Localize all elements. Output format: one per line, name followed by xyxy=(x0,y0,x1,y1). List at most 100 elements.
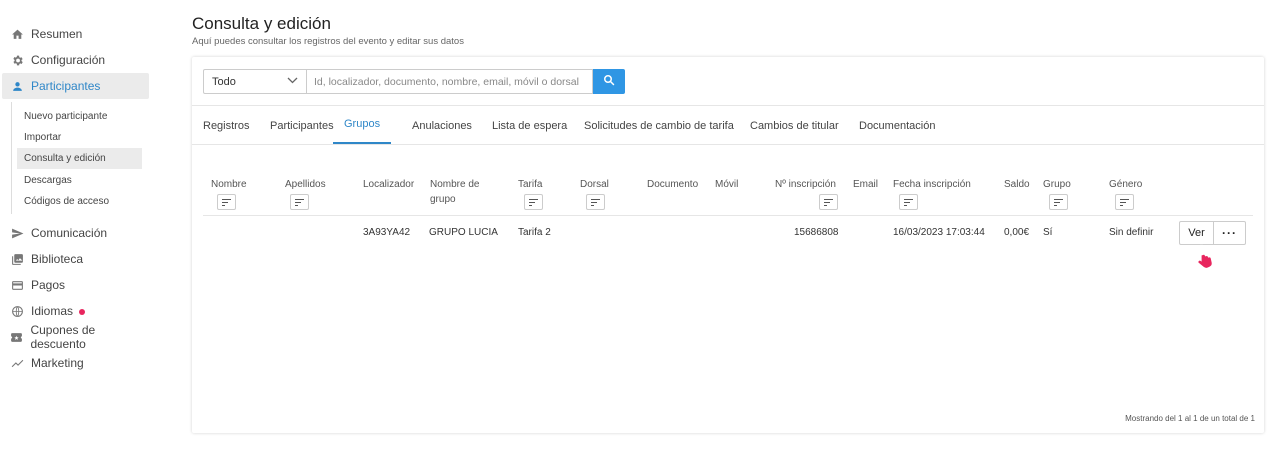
content-card: Todo Registros Participantes Grupos Anul… xyxy=(192,57,1264,433)
filter-button-grupo[interactable] xyxy=(1049,194,1068,210)
sidebar-item-label: Marketing xyxy=(31,356,84,370)
filter-icon xyxy=(824,193,833,211)
more-options-button[interactable]: ··· xyxy=(1214,221,1246,245)
person-icon xyxy=(10,79,24,93)
table-header-divider xyxy=(203,215,1253,216)
column-header-nombre-grupo: Nombre de grupo xyxy=(430,177,479,207)
column-header-line: grupo xyxy=(430,194,456,205)
column-header-n-inscripcion: Nº inscripción xyxy=(775,179,836,190)
filter-button-dorsal[interactable] xyxy=(586,194,605,210)
sidebar-item-label: Idiomas xyxy=(31,304,74,318)
sidebar-item-participantes[interactable]: Participantes xyxy=(2,73,149,99)
credit-card-icon xyxy=(10,278,24,292)
column-header-nombre: Nombre xyxy=(211,179,247,190)
cell-grupo: Sí xyxy=(1043,227,1053,238)
filter-select[interactable]: Todo xyxy=(203,69,307,94)
hand-pointer-cursor-icon xyxy=(1197,244,1213,269)
cell-fecha-inscripcion: 16/03/2023 17:03:44 xyxy=(893,227,985,238)
sidebar-item-resumen[interactable]: Resumen xyxy=(2,21,149,47)
column-header-documento: Documento xyxy=(647,179,699,190)
page-subtitle: Aquí puedes consultar los registros del … xyxy=(192,36,464,47)
column-header-fecha-inscripcion: Fecha inscripción xyxy=(893,179,971,190)
view-button[interactable]: Ver xyxy=(1179,221,1214,245)
tab-bar: Registros Participantes Grupos Anulacion… xyxy=(192,106,1264,145)
pagination-summary: Mostrando del 1 al 1 de un total de 1 xyxy=(1125,414,1255,423)
search-input[interactable] xyxy=(307,69,593,94)
subitem-label: Consulta y edición xyxy=(24,153,106,164)
column-header-email: Email xyxy=(853,179,879,190)
subitem-label: Descargas xyxy=(24,175,72,186)
sidebar-item-pagos[interactable]: Pagos xyxy=(2,272,149,298)
filter-icon xyxy=(904,193,913,211)
sidebar-item-label: Participantes xyxy=(31,79,101,93)
cell-genero: Sin definir xyxy=(1109,227,1154,238)
subitem-codigos-acceso[interactable]: Códigos de acceso xyxy=(17,191,142,212)
filter-icon xyxy=(1054,193,1063,211)
column-header-tarifa: Tarifa xyxy=(518,179,543,190)
filter-button-genero[interactable] xyxy=(1115,194,1134,210)
sidebar-item-idiomas[interactable]: Idiomas xyxy=(2,298,149,324)
column-header-dorsal: Dorsal xyxy=(580,179,609,190)
sidebar-item-label: Configuración xyxy=(31,53,106,67)
cell-n-inscripcion: 15686808 xyxy=(794,227,839,238)
column-header-genero: Género xyxy=(1109,179,1143,190)
filter-icon xyxy=(1120,193,1129,211)
sidebar-item-cupones[interactable]: Cupones de descuento xyxy=(2,323,149,351)
sidebar-item-label: Cupones de descuento xyxy=(30,323,96,351)
search-bar: Todo xyxy=(203,69,625,94)
tab-lista-espera[interactable]: Lista de espera xyxy=(492,106,567,145)
subitem-label: Importar xyxy=(24,132,62,143)
sidebar-item-label: Pagos xyxy=(31,278,66,292)
photo-library-icon xyxy=(10,252,24,266)
sidebar-item-comunicacion[interactable]: Comunicación xyxy=(2,220,149,246)
subitem-nuevo-participante[interactable]: Nuevo participante xyxy=(17,106,142,127)
chevron-down-icon xyxy=(287,76,298,87)
gear-icon xyxy=(10,53,24,67)
sidebar-item-label: Biblioteca xyxy=(31,252,84,266)
subitem-descargas[interactable]: Descargas xyxy=(17,170,142,191)
tab-participantes[interactable]: Participantes xyxy=(270,106,334,145)
filter-button-nombre[interactable] xyxy=(217,194,236,210)
subitem-importar[interactable]: Importar xyxy=(17,127,142,148)
send-icon xyxy=(10,226,24,240)
ticket-icon xyxy=(10,330,23,344)
subitem-consulta-edicion[interactable]: Consulta y edición xyxy=(17,148,142,169)
cell-saldo: 0,00€ xyxy=(1004,227,1030,238)
page-title: Consulta y edición xyxy=(192,14,331,33)
filter-icon xyxy=(295,193,304,211)
cell-tarifa: Tarifa 2 xyxy=(518,227,551,238)
filter-button-fecha-inscripcion[interactable] xyxy=(899,194,918,210)
trend-line-icon xyxy=(10,356,24,370)
sidebar-item-marketing[interactable]: Marketing xyxy=(2,350,149,376)
filter-icon xyxy=(529,193,538,211)
sidebar: Resumen Configuración Participantes Nuev… xyxy=(0,0,160,476)
filter-button-apellidos[interactable] xyxy=(290,194,309,210)
subitem-label: Códigos de acceso xyxy=(24,196,110,207)
filter-icon xyxy=(222,193,231,211)
column-header-grupo: Grupo xyxy=(1043,179,1071,190)
subitem-label: Nuevo participante xyxy=(24,111,108,122)
column-header-movil: Móvil xyxy=(715,179,739,190)
column-header-localizador: Localizador xyxy=(363,179,415,190)
tab-grupos[interactable]: Grupos xyxy=(333,106,392,144)
tab-solicitudes-cambio-tarifa[interactable]: Solicitudes de cambio de tarifa xyxy=(584,106,734,145)
filter-select-value: Todo xyxy=(212,75,236,88)
column-header-apellidos: Apellidos xyxy=(285,179,326,190)
globe-icon xyxy=(10,304,24,318)
submenu-rail xyxy=(11,102,12,214)
sidebar-item-configuracion[interactable]: Configuración xyxy=(2,47,149,73)
sidebar-item-label: Comunicación xyxy=(31,226,108,240)
filter-button-n-inscripcion[interactable] xyxy=(819,194,838,210)
tab-anulaciones[interactable]: Anulaciones xyxy=(412,106,472,145)
column-header-saldo: Saldo xyxy=(1004,179,1030,190)
home-icon xyxy=(10,27,24,41)
search-button[interactable] xyxy=(593,69,625,94)
sidebar-item-biblioteca[interactable]: Biblioteca xyxy=(2,246,149,272)
search-icon xyxy=(603,74,615,89)
tab-registros[interactable]: Registros xyxy=(203,106,249,145)
cell-localizador: 3A93YA42 xyxy=(363,227,411,238)
filter-icon xyxy=(591,193,600,211)
tab-documentacion[interactable]: Documentación xyxy=(859,106,935,145)
filter-button-tarifa[interactable] xyxy=(524,194,543,210)
tab-cambios-titular[interactable]: Cambios de titular xyxy=(750,106,839,145)
